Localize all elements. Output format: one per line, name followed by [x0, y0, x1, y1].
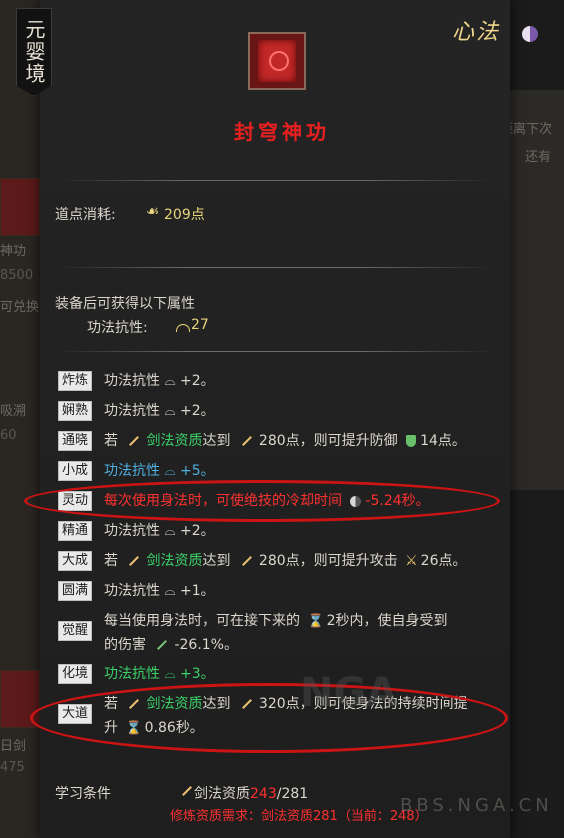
background-text: 神功 [0, 244, 27, 259]
tier-tag: 小成 [58, 461, 92, 481]
divider [55, 351, 495, 352]
sword-icon [241, 436, 252, 446]
tier-tag: 圆满 [58, 581, 92, 601]
tier-mid: 达到 [202, 553, 231, 569]
tier-row: 大道 若 剑法资质达到 320点，则可使身法的持续时间提 升 ⌛ 0.86秒。 [58, 694, 498, 742]
background-text: 8500 [0, 268, 34, 283]
tier-text-line2: 的伤害 -26.1%。 [104, 635, 504, 655]
tier-pre: 若 [104, 433, 118, 449]
equip-attr-value: 27 [191, 317, 209, 333]
background-text: 吸溯 [0, 404, 27, 419]
tier-tag: 灵动 [58, 491, 92, 511]
equip-header: 装备后可获得以下属性 [55, 296, 195, 312]
tier-text: 若 剑法资质达到 280点，则可提升攻击 ⚔ 26点。 [104, 551, 504, 571]
tier-text: 功法抗性 ⌓ +2。 [104, 373, 215, 389]
sword-icon [241, 699, 252, 709]
tier-tag: 通晓 [58, 431, 92, 451]
stat-name: 剑法资质 [146, 696, 203, 712]
xinfa-label: 心法 [452, 20, 501, 45]
sword-icon [241, 556, 252, 566]
background-text: 日剑 [0, 739, 27, 754]
watermark-url: BBS.NGA.CN [400, 795, 553, 816]
equip-attr-label: 功法抗性: [87, 320, 148, 336]
stat-name: 剑法资质 [146, 553, 203, 569]
tier-line2: 的伤害 [104, 637, 146, 653]
damage-icon [157, 640, 168, 650]
sword-icon [129, 436, 140, 446]
tier-tag: 化境 [58, 664, 92, 684]
cost-label: 道点消耗: [55, 207, 116, 223]
tier-row: 觉醒 每当使用身法时，可在接下来的 ⌛ 2秒内，使自身受到 的伤害 -26.1%。 [58, 611, 498, 659]
tier-main: 每次使用身法时，可使绝技的冷却时间 [104, 493, 342, 509]
realm-badge: 元婴境 [16, 8, 52, 96]
tier-line1: 每当使用身法时，可在接下来的 [104, 613, 300, 629]
learn-note: 修炼资质需求：剑法资质281（当前：248） [170, 809, 428, 824]
cooldown-icon [350, 495, 362, 507]
learn-label: 学习条件 [55, 786, 111, 802]
skill-book-icon [248, 32, 306, 90]
req-current: 243 [250, 786, 277, 802]
background-text: 可兑换 [0, 300, 40, 315]
sword-icon [129, 556, 140, 566]
tier-mid: 达到 [202, 696, 231, 712]
tier-text: 功法抗性 ⌓ +2。 [104, 523, 215, 539]
dao-point-icon: ☙ [146, 202, 160, 220]
tier-tag: 精通 [58, 521, 92, 541]
attack-icon: ⚔ [405, 553, 418, 569]
stat-name: 剑法资质 [146, 433, 203, 449]
tier-tag: 娴熟 [58, 401, 92, 421]
resist-icon [176, 324, 190, 332]
tier-num: 280点，则可提升攻击 [258, 553, 398, 569]
yinyang-icon[interactable] [522, 26, 538, 42]
tier-num: 280点，则可提升防御 [258, 433, 398, 449]
tier-text: 功法抗性 ⌓ +1。 [104, 583, 215, 599]
learn-requirement: 剑法资质243/281 [194, 783, 308, 803]
tier-text: 功法抗性 ⌓ +2。 [104, 403, 215, 419]
shield-icon [406, 435, 417, 447]
tier-tag: 大道 [58, 704, 92, 724]
sword-icon [129, 699, 140, 709]
divider [55, 180, 495, 181]
hourglass-icon: ⌛ [125, 721, 142, 736]
tier-pre: 若 [104, 696, 118, 712]
hourglass-icon: ⌛ [307, 614, 324, 629]
tier-text: 每当使用身法时，可在接下来的 ⌛ 2秒内，使自身受到 [104, 611, 504, 632]
tier-pre: 若 [104, 553, 118, 569]
tier-text: 每次使用身法时，可使绝技的冷却时间 -5.24秒。 [104, 491, 504, 511]
tier-tag: 炸炼 [58, 371, 92, 391]
background-text: 60 [0, 428, 17, 443]
tier-line2b: -26.1%。 [174, 637, 238, 653]
divider [55, 267, 495, 268]
cost-value: 209点 [164, 207, 205, 223]
tier-post: 14点。 [420, 433, 466, 449]
tier-mid: 达到 [202, 433, 231, 449]
tier-tag: 大成 [58, 551, 92, 571]
background-text: 还有 [525, 150, 552, 165]
skill-title: 封穹神功 [234, 120, 330, 144]
background-book-icon [0, 178, 40, 236]
background-book-icon [0, 670, 40, 728]
tier-line2: 升 [104, 720, 118, 736]
req-max: /281 [276, 786, 309, 802]
tier-tag: 觉醒 [58, 621, 92, 641]
tier-post: -5.24秒。 [365, 493, 430, 509]
tier-line2b: 0.86秒。 [144, 720, 204, 736]
background-text: 475 [0, 760, 25, 775]
tier-text-line2: 升 ⌛ 0.86秒。 [104, 718, 504, 739]
watermark-logo: NGA [300, 670, 398, 716]
tier-post: 26点。 [420, 553, 467, 569]
req-label: 剑法资质 [194, 786, 250, 802]
tier-line1b: 2秒内，使自身受到 [326, 613, 448, 629]
tier-text: 功法抗性 ⌓ +5。 [104, 463, 215, 479]
tier-text: 若 剑法资质达到 280点，则可提升防御 14点。 [104, 431, 504, 451]
